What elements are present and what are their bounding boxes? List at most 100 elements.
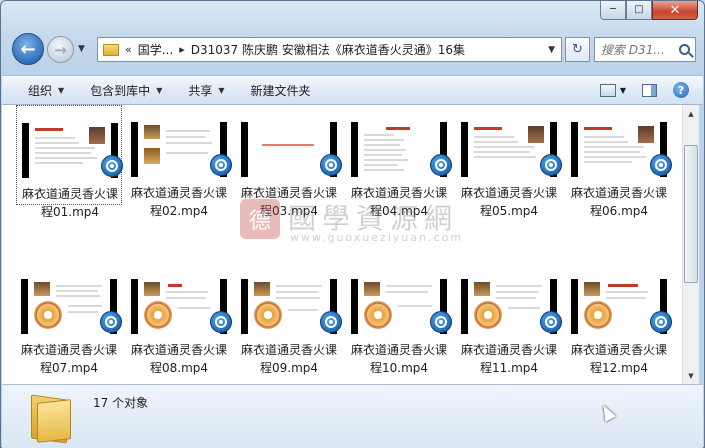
file-name-line1: 麻衣道通灵香火课 xyxy=(130,186,227,200)
forward-arrow-icon: → xyxy=(54,40,67,59)
file-name-line1: 麻衣道通灵香火课 xyxy=(240,343,337,357)
toolbar-right: ▼ ? xyxy=(599,82,689,98)
file-name-line1: 麻衣道通灵香火课 xyxy=(20,343,117,357)
recent-pages-dropdown[interactable]: ▼ xyxy=(78,44,85,54)
file-name: 麻衣道通灵香火课 程10.mp4 xyxy=(346,341,452,377)
file-item[interactable]: 麻衣道通灵香火课 程02.mp4 xyxy=(126,105,232,218)
file-item[interactable]: 麻衣道通灵香火课 程09.mp4 xyxy=(236,262,342,375)
file-name-line2: 程01.mp4 xyxy=(40,205,100,219)
address-bar[interactable]: « 国学... ▸ D31037 陈庆鹏 安徽相法《麻衣道香火灵通》16集 ▼ xyxy=(97,37,562,62)
media-player-icon xyxy=(100,311,122,333)
maximize-button[interactable]: □ xyxy=(626,1,652,20)
include-in-library-menu[interactable]: 包含到库中 ▼ xyxy=(90,82,162,99)
file-name-line1: 麻衣道通灵香火课 xyxy=(350,186,447,200)
new-folder-button[interactable]: 新建文件夹 xyxy=(251,82,311,99)
address-dropdown-icon[interactable]: ▼ xyxy=(548,45,555,55)
folder-icon xyxy=(103,43,119,56)
back-button[interactable]: ← xyxy=(12,33,44,65)
media-player-icon xyxy=(430,311,452,333)
slide-preview xyxy=(358,279,440,334)
share-label: 共享 xyxy=(188,83,213,98)
breadcrumb-item-guoxue[interactable]: 国学... xyxy=(138,41,173,58)
file-item[interactable]: 麻衣道通灵香火课 程06.mp4 xyxy=(566,105,672,218)
forward-button[interactable]: → xyxy=(47,36,74,63)
back-arrow-icon: ← xyxy=(20,38,36,60)
media-player-icon xyxy=(210,154,232,176)
chevron-down-icon: ▼ xyxy=(156,85,163,95)
new-folder-label: 新建文件夹 xyxy=(250,83,311,98)
slide-preview xyxy=(138,279,220,334)
slide-preview xyxy=(248,122,330,177)
item-count: 17 个对象 xyxy=(93,396,149,410)
search-input[interactable] xyxy=(601,42,671,57)
media-player-icon xyxy=(210,311,232,333)
file-name-line1: 麻衣道通灵香火课 xyxy=(130,343,227,357)
preview-pane-icon[interactable] xyxy=(642,83,657,97)
refresh-button[interactable]: ↻ xyxy=(565,37,590,62)
file-item[interactable]: 麻衣道通灵香火课 程03.mp4 xyxy=(236,105,342,218)
file-name-line2: 程09.mp4 xyxy=(259,361,319,375)
file-name-line2: 程11.mp4 xyxy=(479,361,539,375)
file-item[interactable]: 麻衣道通灵香火课 程04.mp4 xyxy=(346,105,452,218)
vertical-scrollbar[interactable]: ▲ ▼ xyxy=(682,105,699,384)
file-name-line2: 程05.mp4 xyxy=(479,204,539,218)
file-name-line1: 麻衣道通灵香火课 xyxy=(240,186,337,200)
share-menu[interactable]: 共享 ▼ xyxy=(188,82,224,99)
media-player-icon xyxy=(320,311,342,333)
file-name: 麻衣道通灵香火课 程05.mp4 xyxy=(456,184,562,220)
file-name: 麻衣道通灵香火课 程12.mp4 xyxy=(566,341,672,377)
organize-menu[interactable]: 组织 ▼ xyxy=(28,82,64,99)
file-item[interactable]: 麻衣道通灵香火课 程12.mp4 xyxy=(566,262,672,375)
explorer-window: ─ □ ✕ ← → ▼ « 国学... ▸ D31037 陈庆鹏 安徽相法《麻衣… xyxy=(0,0,705,448)
media-player-icon xyxy=(540,154,562,176)
file-name-line1: 麻衣道通灵香火课 xyxy=(570,343,667,357)
slide-preview xyxy=(578,279,660,334)
file-name: 麻衣道通灵香火课 程11.mp4 xyxy=(456,341,562,377)
close-button[interactable]: ✕ xyxy=(652,1,698,20)
chevron-down-icon: ▼ xyxy=(58,85,65,95)
watermark-url: www.guoxueziyuan.com xyxy=(290,231,464,244)
file-name: 麻衣道通灵香火课 程03.mp4 xyxy=(236,184,342,220)
breadcrumb-item-current[interactable]: D31037 陈庆鹏 安徽相法《麻衣道香火灵通》16集 xyxy=(191,41,465,58)
file-item[interactable]: 麻衣道通灵香火课 程01.mp4 xyxy=(16,105,123,219)
breadcrumb-overflow[interactable]: « xyxy=(125,43,132,56)
mouse-cursor-icon xyxy=(597,402,617,422)
folder-icon xyxy=(31,393,75,444)
help-icon[interactable]: ? xyxy=(673,82,689,98)
scroll-up-arrow-icon[interactable]: ▲ xyxy=(683,105,699,122)
file-name: 麻衣道通灵香火课 程01.mp4 xyxy=(17,185,123,221)
media-player-icon xyxy=(101,155,123,177)
details-pane: 17 个对象 xyxy=(2,384,703,448)
scroll-down-arrow-icon[interactable]: ▼ xyxy=(683,367,699,384)
scrollbar-thumb[interactable] xyxy=(684,145,698,283)
file-name-line2: 程03.mp4 xyxy=(259,204,319,218)
minimize-button[interactable]: ─ xyxy=(600,1,626,20)
file-item[interactable]: 麻衣道通灵香火课 程05.mp4 xyxy=(456,105,562,218)
change-view-icon[interactable] xyxy=(599,83,616,97)
chevron-down-icon: ▼ xyxy=(218,85,225,95)
file-item[interactable]: 麻衣道通灵香火课 程07.mp4 xyxy=(16,262,122,375)
file-name-line1: 麻衣道通灵香火课 xyxy=(21,187,118,201)
file-name: 麻衣道通灵香火课 程08.mp4 xyxy=(126,341,232,377)
chevron-down-icon[interactable]: ▼ xyxy=(620,86,626,95)
command-bar: 组织 ▼ 包含到库中 ▼ 共享 ▼ 新建文件夹 ▼ ? xyxy=(2,75,703,105)
search-box[interactable] xyxy=(594,37,696,62)
file-name-line2: 程02.mp4 xyxy=(149,204,209,218)
search-icon[interactable] xyxy=(679,44,690,55)
caption-buttons: ─ □ ✕ xyxy=(600,1,698,20)
file-name-line1: 麻衣道通灵香火课 xyxy=(570,186,667,200)
slide-preview xyxy=(358,122,440,177)
minimize-icon: ─ xyxy=(609,4,617,15)
slide-preview xyxy=(28,279,110,334)
file-item[interactable]: 麻衣道通灵香火课 程11.mp4 xyxy=(456,262,562,375)
file-name-line2: 程08.mp4 xyxy=(149,361,209,375)
file-name: 麻衣道通灵香火课 程04.mp4 xyxy=(346,184,452,220)
file-list-area[interactable]: 麻衣道通灵香火课 程01.mp4 麻衣道通灵香火课 程02.mp4 麻衣道通灵香… xyxy=(2,105,682,384)
organize-label: 组织 xyxy=(28,83,53,98)
close-icon: ✕ xyxy=(669,2,681,18)
file-item[interactable]: 麻衣道通灵香火课 程08.mp4 xyxy=(126,262,232,375)
media-player-icon xyxy=(430,154,452,176)
file-item[interactable]: 麻衣道通灵香火课 程10.mp4 xyxy=(346,262,452,375)
file-name-line1: 麻衣道通灵香火课 xyxy=(350,343,447,357)
breadcrumb-separator-icon[interactable]: ▸ xyxy=(179,43,185,56)
